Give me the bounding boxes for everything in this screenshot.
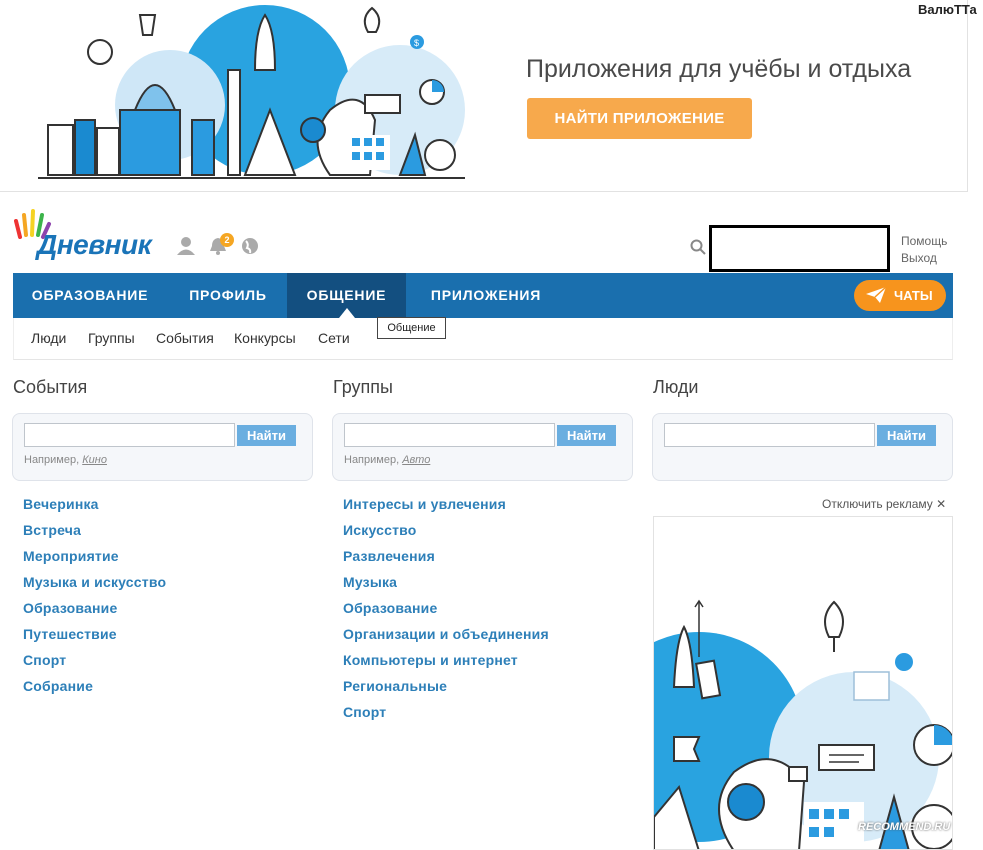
groups-search-input[interactable] (344, 423, 555, 447)
list-item[interactable]: Региональные (343, 678, 549, 704)
groups-categories: Интересы и увлечения Искусство Развлечен… (343, 496, 549, 730)
education-illustration (654, 599, 952, 849)
subnav-people[interactable]: Люди (31, 330, 66, 346)
active-tab-pointer (339, 308, 355, 318)
events-search-panel: Найти Например, Кино (12, 413, 313, 481)
subnav-groups[interactable]: Группы (88, 330, 135, 346)
list-item[interactable]: Искусство (343, 522, 549, 548)
help-link[interactable]: Помощь (901, 234, 947, 248)
people-title: Люди (653, 377, 699, 397)
nav-applications[interactable]: ПРИЛОЖЕНИЯ (416, 273, 556, 318)
nav-education[interactable]: ОБРАЗОВАНИЕ (19, 273, 161, 318)
disable-ads-link[interactable]: Отключить рекламу ✕ (822, 497, 946, 511)
events-categories: Вечеринка Встреча Мероприятие Музыка и и… (23, 496, 166, 704)
events-search-hint: Например, Кино (24, 454, 107, 466)
main-nav: ОБРАЗОВАНИЕ ПРОФИЛЬ ОБЩЕНИЕ ПРИЛОЖЕНИЯ (13, 273, 953, 318)
coin-symbol: $ (414, 38, 419, 48)
events-search-input[interactable] (24, 423, 235, 447)
people-search-button[interactable]: Найти (877, 425, 936, 446)
user-name[interactable]: ВалюТТа (918, 2, 977, 17)
list-item[interactable]: Организации и объединения (343, 626, 549, 652)
subnav-networks[interactable]: Сети (318, 330, 350, 346)
dnevnik-logo[interactable]: Дневник (12, 207, 160, 262)
notifications-badge: 2 (220, 233, 234, 247)
subnav-contests[interactable]: Конкурсы (234, 330, 296, 346)
groups-search-hint: Например, Авто (344, 454, 431, 466)
education-illustration: $ (38, 5, 465, 179)
nav-profile[interactable]: ПРОФИЛЬ (173, 273, 283, 318)
list-item[interactable]: Музыка (343, 574, 549, 600)
close-icon[interactable]: ✕ (936, 497, 946, 511)
list-item[interactable]: Музыка и искусство (23, 574, 166, 600)
list-item[interactable]: Интересы и увлечения (343, 496, 549, 522)
site-search-input[interactable] (709, 225, 890, 272)
top-ad-banner[interactable]: $ Приложения для учёбы и отдыха НАЙТИ ПР… (0, 0, 968, 192)
list-item[interactable]: Образование (23, 600, 166, 626)
chats-label: ЧАТЫ (894, 288, 933, 303)
people-search-panel: Найти (652, 413, 953, 481)
list-item[interactable]: Путешествие (23, 626, 166, 652)
list-item[interactable]: Компьютеры и интернет (343, 652, 549, 678)
logo-text: Дневник (37, 229, 152, 260)
people-search-input[interactable] (664, 423, 875, 447)
logout-link[interactable]: Выход (901, 251, 937, 265)
sidebar-ad[interactable] (653, 516, 953, 850)
globe-icon[interactable] (240, 236, 260, 256)
list-item[interactable]: Спорт (23, 652, 166, 678)
events-title: События (13, 377, 88, 397)
groups-title: Группы (333, 377, 393, 397)
banner-title: Приложения для учёбы и отдыха (526, 55, 912, 83)
groups-search-panel: Найти Например, Авто (332, 413, 633, 481)
list-item[interactable]: Развлечения (343, 548, 549, 574)
list-item[interactable]: Мероприятие (23, 548, 166, 574)
subnav-events[interactable]: События (156, 330, 214, 346)
groups-search-button[interactable]: Найти (557, 425, 616, 446)
watermark: RECOMMEND.RU (858, 821, 951, 833)
list-item[interactable]: Встреча (23, 522, 166, 548)
nav-tooltip: Общение (377, 317, 446, 339)
events-example-link[interactable]: Кино (82, 454, 107, 466)
list-item[interactable]: Вечеринка (23, 496, 166, 522)
events-search-button[interactable]: Найти (237, 425, 296, 446)
search-icon[interactable] (690, 239, 706, 255)
groups-example-link[interactable]: Авто (402, 454, 430, 466)
sub-nav: Люди Группы События Конкурсы Сети (13, 318, 953, 360)
list-item[interactable]: Собрание (23, 678, 166, 704)
profile-icon[interactable] (176, 236, 196, 256)
find-app-button[interactable]: НАЙТИ ПРИЛОЖЕНИЕ (527, 98, 752, 139)
list-item[interactable]: Спорт (343, 704, 549, 730)
list-item[interactable]: Образование (343, 600, 549, 626)
paper-plane-icon (866, 286, 887, 303)
chats-button[interactable]: ЧАТЫ (854, 280, 946, 311)
